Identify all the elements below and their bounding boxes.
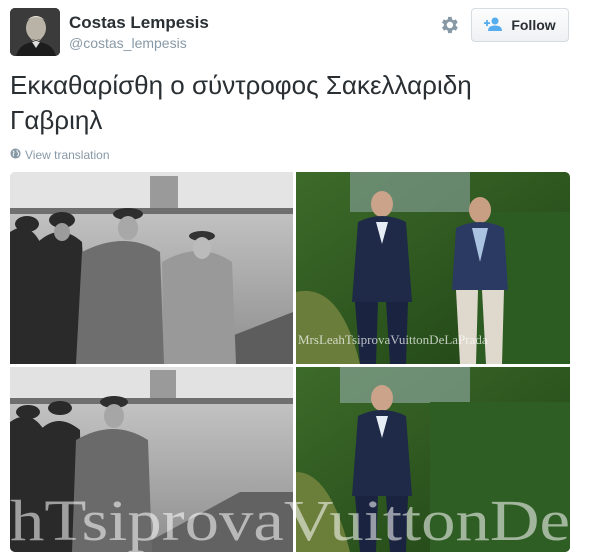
tweet-photo[interactable]: MrsLeahTsiprovaVuittonDeLaPrada hTsiprov…: [10, 172, 570, 552]
user-display-name[interactable]: Costas Lempesis: [69, 13, 209, 33]
photo-top-right: MrsLeahTsiprovaVuittonDeLaPrada: [296, 172, 570, 364]
avatar[interactable]: [10, 8, 60, 56]
watermark-top: MrsLeahTsiprovaVuittonDeLaPrada: [298, 332, 488, 347]
user-handle[interactable]: @costas_lempesis: [69, 35, 187, 51]
photo-collage: MrsLeahTsiprovaVuittonDeLaPrada hTsiprov…: [10, 172, 570, 552]
gear-icon[interactable]: [438, 14, 460, 36]
watermark-bottom: hTsiprovaVuittonDe: [10, 488, 570, 552]
photo-top-left: [10, 172, 293, 364]
view-translation-link[interactable]: View translation: [10, 148, 110, 162]
globe-icon: [10, 148, 21, 162]
add-user-icon: [484, 17, 504, 34]
view-translation-label: View translation: [25, 148, 110, 162]
tweet-text: Εκκαθαρίσθη ο σύντροφος Σακελλαριδη Γαβρ…: [10, 70, 472, 135]
follow-button[interactable]: Follow: [471, 8, 569, 42]
avatar-portrait: [10, 8, 60, 56]
follow-label: Follow: [511, 17, 556, 33]
